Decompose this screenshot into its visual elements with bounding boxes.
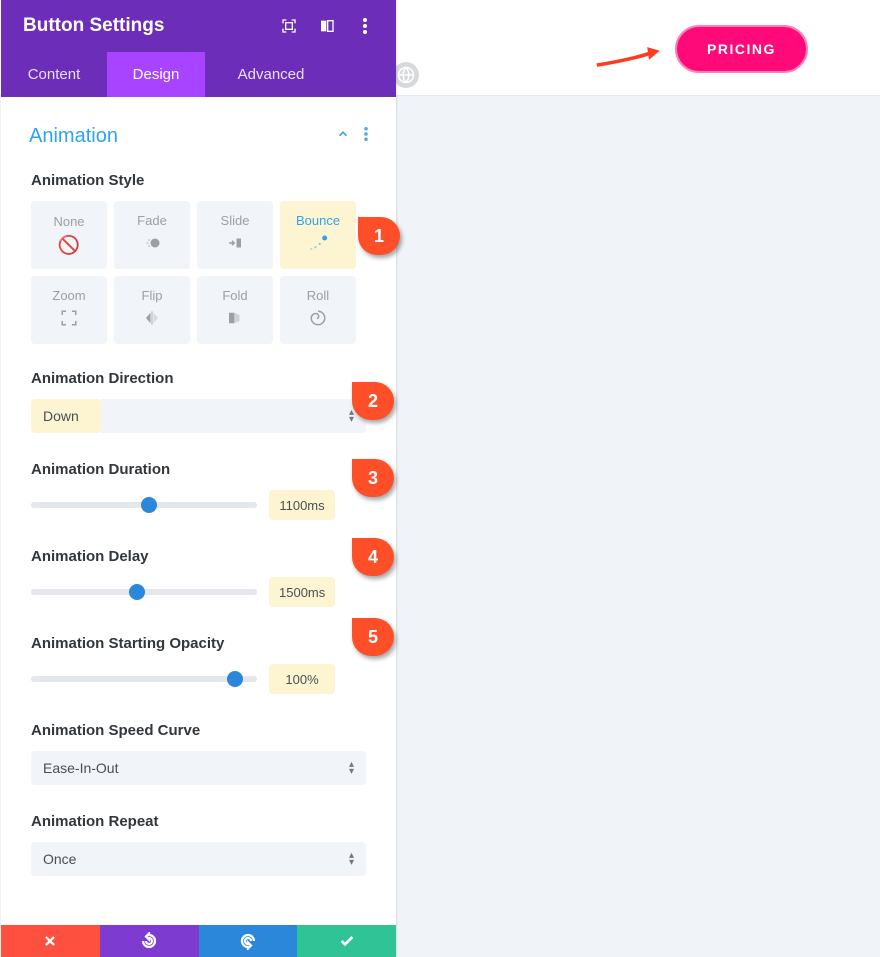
panel-title: Button Settings bbox=[23, 15, 164, 37]
delay-slider[interactable] bbox=[31, 589, 257, 595]
cancel-button[interactable] bbox=[1, 925, 100, 957]
settings-panel: Button Settings Content Design Advanced … bbox=[1, 0, 396, 957]
section-more-icon[interactable] bbox=[364, 127, 368, 146]
slide-icon bbox=[226, 234, 244, 257]
panel-header: Button Settings bbox=[1, 0, 396, 52]
chevron-updown-icon: ▴▾ bbox=[349, 761, 354, 775]
panel-footer bbox=[1, 925, 396, 957]
zoom-icon bbox=[60, 309, 78, 332]
redo-button[interactable] bbox=[199, 925, 298, 957]
globe-icon bbox=[393, 62, 419, 88]
tab-content[interactable]: Content bbox=[1, 52, 107, 97]
style-roll[interactable]: Roll bbox=[280, 276, 356, 344]
label-style: Animation Style bbox=[1, 172, 396, 189]
fold-icon bbox=[226, 309, 244, 332]
chevron-up-icon[interactable] bbox=[336, 127, 350, 146]
roll-icon bbox=[309, 309, 327, 332]
label-direction: Animation Direction bbox=[1, 370, 396, 387]
callout-4: 4 bbox=[352, 538, 394, 576]
more-icon[interactable] bbox=[356, 18, 374, 34]
expand-icon[interactable] bbox=[280, 18, 298, 34]
direction-select[interactable]: Down bbox=[31, 399, 101, 433]
label-repeat: Animation Repeat bbox=[1, 813, 396, 830]
speed-curve-select[interactable]: Ease-In-Out▴▾ bbox=[31, 751, 366, 785]
opacity-slider[interactable] bbox=[31, 676, 257, 682]
help-link[interactable]: ? Help bbox=[1, 898, 396, 925]
pricing-button[interactable]: PRICING bbox=[675, 25, 808, 73]
direction-select-rest[interactable]: ▴▾ bbox=[101, 399, 366, 433]
slider-thumb[interactable] bbox=[141, 497, 157, 513]
callout-3: 3 bbox=[352, 459, 394, 497]
tabs: Content Design Advanced bbox=[1, 52, 396, 97]
section-title[interactable]: Animation bbox=[29, 125, 118, 148]
tab-design[interactable]: Design bbox=[107, 52, 205, 97]
label-delay: Animation Delay bbox=[1, 548, 396, 565]
bounce-icon bbox=[308, 234, 328, 257]
tab-advanced[interactable]: Advanced bbox=[205, 52, 337, 97]
repeat-select[interactable]: Once▴▾ bbox=[31, 842, 366, 876]
duration-value[interactable]: 1100ms bbox=[269, 490, 335, 520]
style-flip[interactable]: Flip bbox=[114, 276, 190, 344]
flip-icon bbox=[143, 309, 161, 332]
label-speed-curve: Animation Speed Curve bbox=[1, 722, 396, 739]
style-fade[interactable]: Fade bbox=[114, 201, 190, 269]
annotation-arrow bbox=[595, 42, 667, 72]
panel-body: Animation Animation Style None🚫 Fade Sli… bbox=[1, 97, 396, 925]
columns-icon[interactable] bbox=[318, 18, 336, 34]
slider-thumb[interactable] bbox=[129, 584, 145, 600]
duration-slider[interactable] bbox=[31, 502, 257, 508]
style-none[interactable]: None🚫 bbox=[31, 201, 107, 269]
label-duration: Animation Duration bbox=[1, 461, 396, 478]
none-icon: 🚫 bbox=[58, 235, 80, 256]
opacity-value[interactable]: 100% bbox=[269, 664, 335, 694]
style-slide[interactable]: Slide bbox=[197, 201, 273, 269]
style-fold[interactable]: Fold bbox=[197, 276, 273, 344]
callout-5: 5 bbox=[352, 618, 394, 656]
label-opacity: Animation Starting Opacity bbox=[1, 635, 396, 652]
style-bounce[interactable]: Bounce bbox=[280, 201, 356, 269]
fade-icon bbox=[143, 234, 161, 257]
delay-value[interactable]: 1500ms bbox=[269, 577, 335, 607]
chevron-updown-icon: ▴▾ bbox=[349, 409, 354, 423]
slider-thumb[interactable] bbox=[227, 671, 243, 687]
callout-1: 1 bbox=[358, 217, 400, 255]
style-grid: None🚫 Fade Slide Bounce Zoom Flip Fold R… bbox=[1, 201, 396, 364]
callout-2: 2 bbox=[352, 382, 394, 420]
undo-button[interactable] bbox=[100, 925, 199, 957]
save-button[interactable] bbox=[297, 925, 396, 957]
style-zoom[interactable]: Zoom bbox=[31, 276, 107, 344]
chevron-updown-icon: ▴▾ bbox=[349, 852, 354, 866]
